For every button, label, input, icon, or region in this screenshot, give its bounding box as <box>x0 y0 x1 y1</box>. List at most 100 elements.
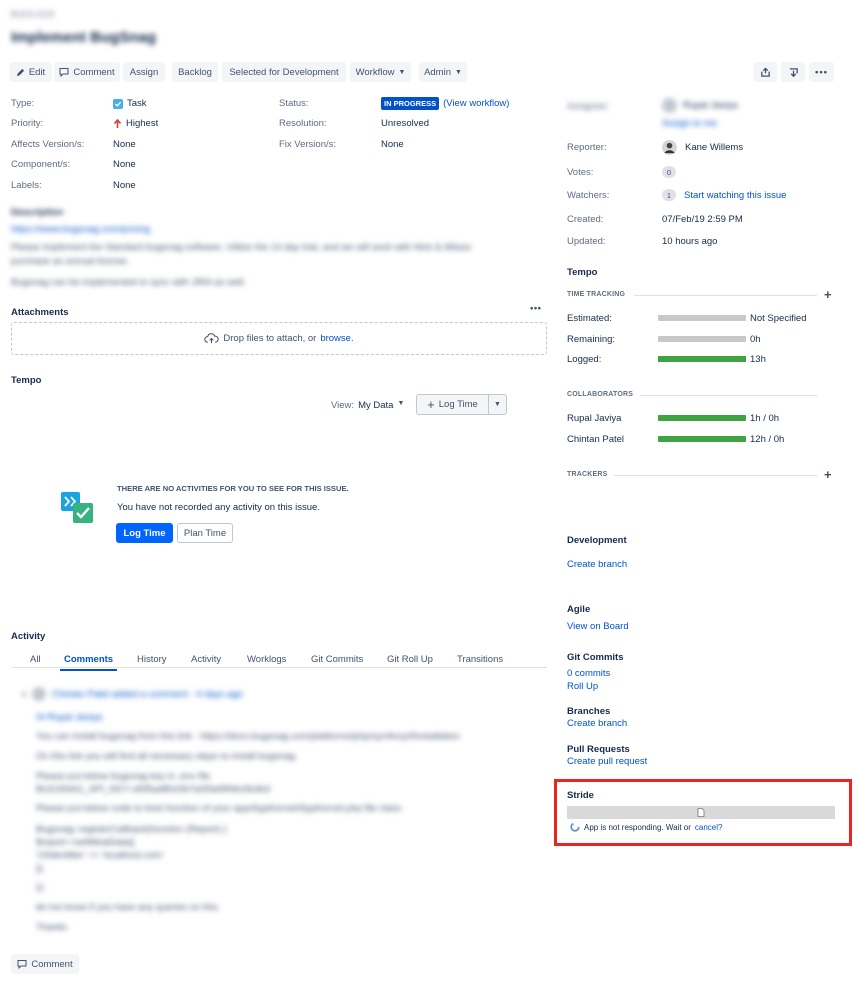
breadcrumb[interactable]: BUGS-3123 <box>11 10 54 19</box>
tempo-logo-icon <box>61 492 93 524</box>
votes-badge[interactable]: 0 <box>662 166 676 178</box>
page-title: Implement BugSnag <box>11 29 157 46</box>
log-time-button[interactable]: + Log Time <box>417 395 488 414</box>
comment-line: Bugsnag::registerCallback(function (Repo… <box>36 824 227 835</box>
comment-icon <box>59 67 69 77</box>
description-heading: Description <box>11 207 64 218</box>
edit-button[interactable]: Edit <box>9 62 52 82</box>
attachments-heading: Attachments <box>11 307 69 318</box>
broken-document-icon <box>697 808 705 817</box>
collaborator-value: 12h / 0h <box>750 434 785 445</box>
tab-history[interactable]: History <box>137 654 167 665</box>
cloud-upload-icon <box>204 333 220 344</box>
stride-cancel-link[interactable]: cancel? <box>695 823 723 832</box>
watchers-value: 1 Start watching this issue <box>662 189 786 201</box>
estimated-value: Not Specified <box>750 313 807 324</box>
collaborator-name: Chintan Patel <box>567 434 625 445</box>
start-watching-link[interactable]: Start watching this issue <box>684 190 786 201</box>
browse-link[interactable]: browse. <box>320 333 353 344</box>
collaborator-value: 1h / 0h <box>750 413 780 424</box>
description-link[interactable]: https://www.bugsnag.com/pricing <box>11 224 150 235</box>
remaining-label: Remaining: <box>567 334 616 345</box>
reporter-label: Reporter: <box>567 142 607 153</box>
labels-label: Labels: <box>11 180 42 191</box>
chevron-down-icon: ▼ <box>398 68 406 76</box>
roll-up-link[interactable]: Roll Up <box>567 681 598 692</box>
fix-version-value: None <box>381 139 404 150</box>
collaborator-name: Rupal Javiya <box>567 413 622 424</box>
plan-time-button[interactable]: Plan Time <box>177 523 233 543</box>
status-badge[interactable]: IN PROGRESS <box>381 97 440 110</box>
view-selector[interactable]: View: My Data ▼ <box>331 400 404 411</box>
status-label: Status: <box>279 98 309 109</box>
comment-block: ▾ Chintan Patel added a comment - 4 days… <box>22 686 542 702</box>
priority-value: Highest <box>113 118 158 129</box>
view-on-board-link[interactable]: View on Board <box>567 621 629 632</box>
attachments-more-icon[interactable]: ••• <box>530 303 541 314</box>
tab-git-commits[interactable]: Git Commits <box>311 654 363 665</box>
development-create-branch-link[interactable]: Create branch <box>567 559 627 570</box>
agile-heading: Agile <box>567 604 591 615</box>
collaborators-heading: COLLABORATORS <box>567 391 634 398</box>
tab-all[interactable]: All <box>30 654 41 665</box>
time-tracking-heading: TIME TRACKING <box>567 291 626 298</box>
add-tracker-icon[interactable]: + <box>824 468 832 481</box>
log-time-dropdown[interactable]: ▼ <box>488 395 506 414</box>
status-value: IN PROGRESS (View workflow) <box>381 97 509 110</box>
watchers-badge[interactable]: 1 <box>662 189 676 201</box>
activity-heading: Activity <box>11 631 46 642</box>
type-value: Task <box>113 98 147 109</box>
votes-label: Votes: <box>567 167 594 178</box>
empty-state-text: You have not recorded any activity on th… <box>117 502 320 513</box>
collaborators-divider <box>640 395 817 396</box>
comment-line: $report->setMetaData([ <box>36 837 135 848</box>
trackers-heading: TRACKERS <box>567 471 608 478</box>
tab-activity[interactable]: Activity <box>191 654 221 665</box>
assignee-value[interactable]: Rupal Javiya <box>662 98 737 113</box>
description-text: Bugsnag can be implemented to sync with … <box>11 277 246 288</box>
create-pull-request-link[interactable]: Create pull request <box>567 756 647 767</box>
reporter-value[interactable]: Kane Willems <box>662 140 743 155</box>
updated-value: 10 hours ago <box>662 236 718 247</box>
attachment-dropzone[interactable]: Drop files to attach, or browse. <box>11 322 547 355</box>
comment-line: You can install bugsnag from this link -… <box>36 731 460 742</box>
tab-worklogs[interactable]: Worklogs <box>247 654 286 665</box>
comment-line: Please put below code to boot function o… <box>36 803 404 814</box>
add-comment-button[interactable]: Comment <box>11 954 79 974</box>
collapse-icon[interactable]: ▾ <box>22 690 26 699</box>
log-time-primary-button[interactable]: Log Time <box>116 523 173 543</box>
backlog-button[interactable]: Backlog <box>172 62 218 82</box>
tab-git-roll-up[interactable]: Git Roll Up <box>387 654 433 665</box>
view-workflow-link[interactable]: (View workflow) <box>443 98 509 109</box>
share-button[interactable] <box>753 62 777 82</box>
share-icon <box>760 66 771 78</box>
export-button[interactable] <box>781 62 805 82</box>
comment-icon <box>17 959 27 969</box>
comment-line: Thanks <box>36 922 68 933</box>
branches-create-branch-link[interactable]: Create branch <box>567 718 627 729</box>
add-time-tracking-icon[interactable]: + <box>824 288 832 301</box>
branches-heading: Branches <box>567 706 611 717</box>
type-label: Type: <box>11 98 35 109</box>
commits-count-link[interactable]: 0 commits <box>567 668 610 679</box>
updated-label: Updated: <box>567 236 606 247</box>
empty-state-title: THERE ARE NO ACTIVITIES FOR YOU TO SEE F… <box>117 484 349 493</box>
comment-button[interactable]: Comment <box>54 62 120 82</box>
watchers-label: Watchers: <box>567 190 610 201</box>
admin-dropdown[interactable]: Admin ▼ <box>419 62 467 82</box>
pull-requests-heading: Pull Requests <box>567 744 630 755</box>
tab-comments[interactable]: Comments <box>59 654 118 671</box>
plus-icon: + <box>427 397 435 412</box>
selected-for-development-button[interactable]: Selected for Development <box>222 62 346 82</box>
tempo-heading: Tempo <box>11 375 42 386</box>
more-actions-button[interactable]: ••• <box>809 62 834 82</box>
log-time-split-button[interactable]: + Log Time ▼ <box>416 394 507 415</box>
comment-line: Hi Rupal Javiya <box>36 712 102 723</box>
assign-to-me-link[interactable]: Assign to me <box>662 118 717 129</box>
assign-button[interactable]: Assign <box>123 62 165 82</box>
tab-transitions[interactable]: Transitions <box>457 654 503 665</box>
workflow-dropdown[interactable]: Workflow ▼ <box>350 62 411 82</box>
created-value: 07/Feb/19 2:59 PM <box>662 214 743 225</box>
comment-line: On this link you will find all necessary… <box>36 751 298 762</box>
estimated-label: Estimated: <box>567 313 612 324</box>
